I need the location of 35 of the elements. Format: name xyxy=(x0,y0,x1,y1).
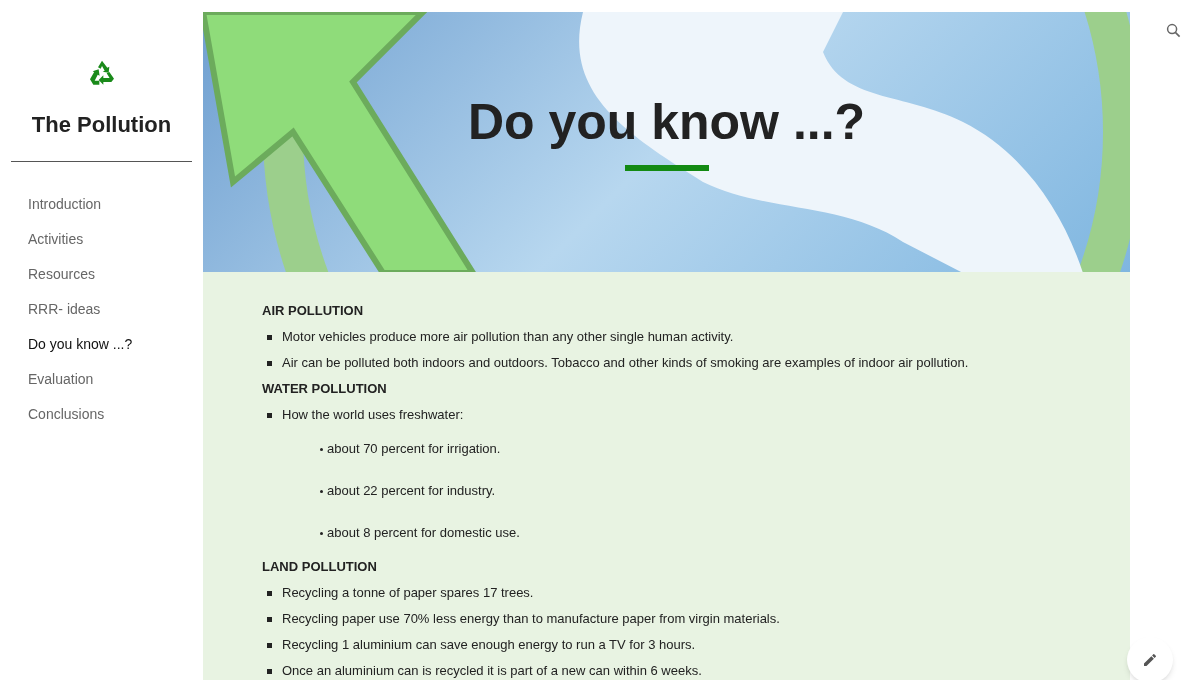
bullet-icon xyxy=(320,531,323,535)
edit-button[interactable] xyxy=(1127,637,1173,680)
nav-link[interactable]: Resources xyxy=(28,264,95,285)
pencil-icon xyxy=(1142,652,1158,668)
bullet-icon xyxy=(267,360,272,366)
list-item-text: Motor vehicles produce more air pollution than any other single human activity. xyxy=(282,328,734,346)
list-item-text: Recycling a tonne of paper spares 17 trees. xyxy=(282,584,534,602)
page-title: Do you know ...? xyxy=(467,97,866,147)
bullet-icon xyxy=(267,642,272,648)
bullet-icon xyxy=(267,590,272,596)
bullet-icon xyxy=(267,668,272,674)
nav-link[interactable]: Conclusions xyxy=(28,404,105,425)
list-item-text: about 22 percent for industry. xyxy=(327,482,496,500)
list-item-text: about 70 percent for irrigation. xyxy=(327,440,501,458)
list-item-text: How the world uses freshwater: xyxy=(282,406,464,424)
site-title: The Pollution xyxy=(30,111,173,139)
nav-link[interactable]: Activities xyxy=(28,229,84,250)
nav-link[interactable]: Do you know ...? xyxy=(28,334,133,355)
bullet-icon xyxy=(320,489,323,493)
list-item-text: Air can be polluted both indoors and outdoors. Tobacco and other kinds of smoking are examples of indoor air pollution. xyxy=(282,354,969,372)
section-heading: AIR POLLUTION xyxy=(262,302,364,320)
section-heading: WATER POLLUTION xyxy=(262,380,387,398)
bullet-icon xyxy=(267,412,272,418)
bullet-icon xyxy=(320,447,323,451)
list-item-text: about 8 percent for domestic use. xyxy=(327,524,520,542)
list-item-text: Once an aluminium can is recycled it is part of a new can within 6 weeks. xyxy=(282,662,702,680)
list-item-text: Recycling 1 aluminium can save enough energy to run a TV for 3 hours. xyxy=(282,636,696,654)
search-icon[interactable] xyxy=(1166,23,1181,38)
bullet-icon xyxy=(267,616,272,622)
nav-link[interactable]: Evaluation xyxy=(28,369,94,390)
nav-link[interactable]: Introduction xyxy=(28,194,102,215)
nav-link[interactable]: RRR- ideas xyxy=(28,299,101,320)
section-heading: LAND POLLUTION xyxy=(262,558,377,576)
bullet-icon xyxy=(267,334,272,340)
list-item-text: Recycling paper use 70% less energy than to manufacture paper from virgin materials. xyxy=(282,610,780,628)
